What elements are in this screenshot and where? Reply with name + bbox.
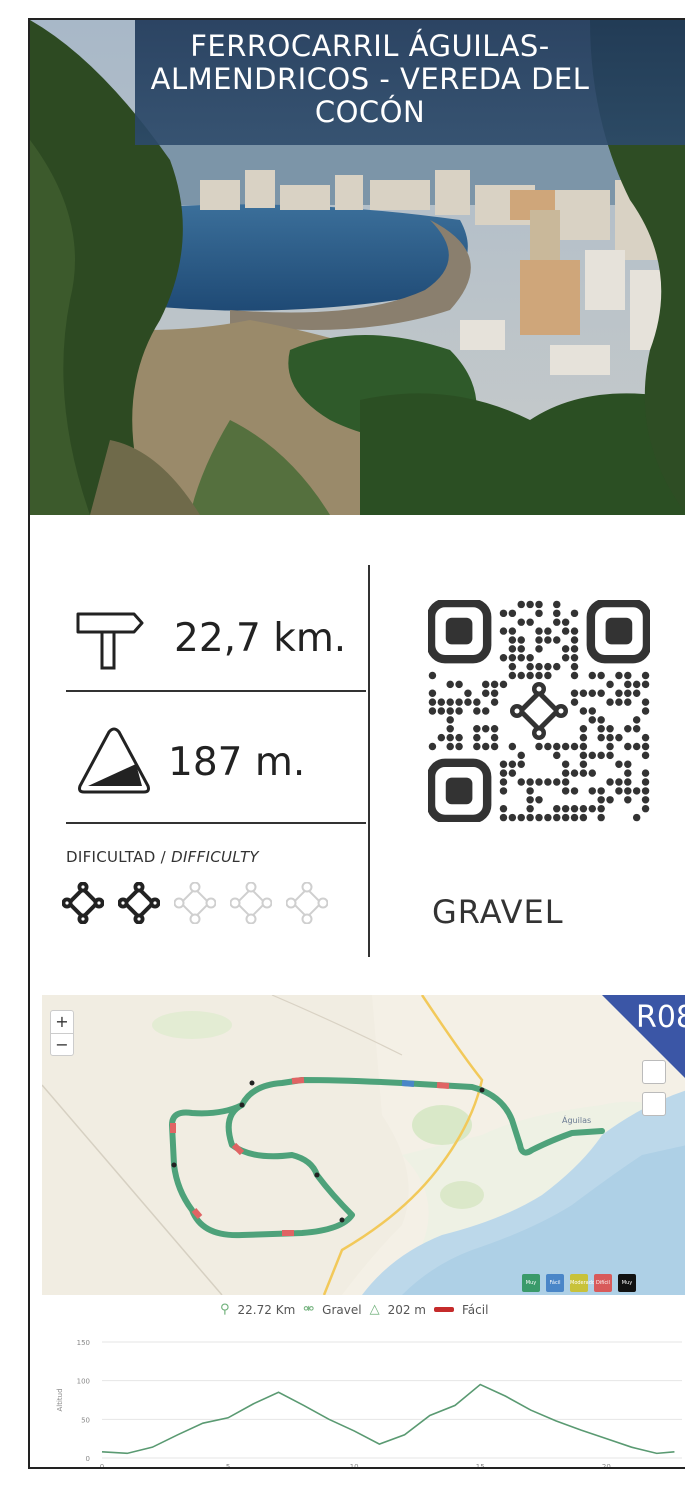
summary-distance: 22.72 Km (237, 1302, 296, 1317)
chain-icon-empty (286, 882, 328, 924)
route-summary: ⚲ 22.72 Km ⚮ Gravel △ 202 m Fácil (220, 1302, 488, 1317)
chain-icon-filled (118, 882, 160, 924)
profile-xtick: 10 (350, 1463, 359, 1469)
zoom-in-button[interactable]: + (51, 1011, 73, 1033)
legend-swatch: Difícil (594, 1274, 612, 1292)
elevation-profile: 150 100 50 0 0 5 10 15 20 Altitud (56, 1339, 682, 1469)
summary-difficulty: Fácil (462, 1302, 489, 1317)
summary-elevation: 202 m (387, 1302, 426, 1317)
map-canvas: Águilas (42, 995, 685, 1295)
chain-icon-empty (174, 882, 216, 924)
zoom-out-button[interactable]: − (51, 1033, 73, 1056)
profile-ytick: 50 (81, 1416, 90, 1424)
profile-ytick: 0 (86, 1455, 90, 1463)
hero-photo: FERROCARRIL ÁGUILAS- ALMENDRICOS - VERED… (30, 20, 685, 515)
difficulty-label: DIFICULTAD / DIFFICULTY (66, 848, 259, 866)
profile-ylabel: Altitud (56, 1388, 64, 1411)
profile-xtick: 0 (100, 1463, 104, 1469)
profile-ytick: 150 (77, 1339, 90, 1347)
map-fullscreen-button[interactable] (642, 1092, 666, 1116)
route-title-line-1: FERROCARRIL ÁGUILAS- (190, 29, 550, 63)
difficulty-bar-icon (434, 1307, 454, 1312)
qr-code-icon (428, 600, 650, 822)
chain-icon-filled (62, 882, 104, 924)
bike-icon: ⚮ (303, 1302, 315, 1317)
slope-icon (78, 727, 150, 794)
legend-swatch: Fácil (546, 1274, 564, 1292)
zoom-control: + − (50, 1010, 74, 1056)
divider (66, 822, 366, 824)
difficulty-label-en: DIFFICULTY (171, 848, 259, 866)
legend-swatch: Moderado (570, 1274, 595, 1292)
route-map[interactable]: Águilas (42, 995, 685, 1295)
signpost-small-icon: ⚲ (220, 1302, 230, 1317)
difficulty-label-es: DIFICULTAD / (66, 848, 167, 866)
route-title-line-3: COCÓN (314, 95, 426, 129)
chain-icon-empty (230, 882, 272, 924)
mountain-icon: △ (369, 1302, 380, 1317)
elevation-value: 187 m. (168, 740, 306, 785)
legend-swatch: Muy fácil (522, 1274, 540, 1304)
summary-type: Gravel (322, 1302, 362, 1317)
divider (66, 690, 366, 692)
route-title-line-2: ALMENDRICOS - VEREDA DEL (150, 62, 590, 96)
profile-xtick: 5 (226, 1463, 230, 1469)
distance-value: 22,7 km. (174, 616, 347, 661)
profile-ytick: 100 (77, 1378, 90, 1386)
column-divider (368, 565, 370, 957)
profile-xtick: 20 (602, 1463, 611, 1469)
route-card: FERROCARRIL ÁGUILAS- ALMENDRICOS - VERED… (28, 18, 685, 1469)
route-category: GRAVEL (432, 893, 564, 931)
legend-swatch: Muy difícil (618, 1274, 636, 1304)
profile-xtick: 15 (476, 1463, 485, 1469)
map-place-label: Águilas (562, 1114, 591, 1125)
signpost-icon (76, 612, 144, 670)
route-title: FERROCARRIL ÁGUILAS- ALMENDRICOS - VERED… (110, 30, 630, 129)
difficulty-rating (62, 882, 328, 924)
route-code: R08 (636, 1000, 685, 1035)
